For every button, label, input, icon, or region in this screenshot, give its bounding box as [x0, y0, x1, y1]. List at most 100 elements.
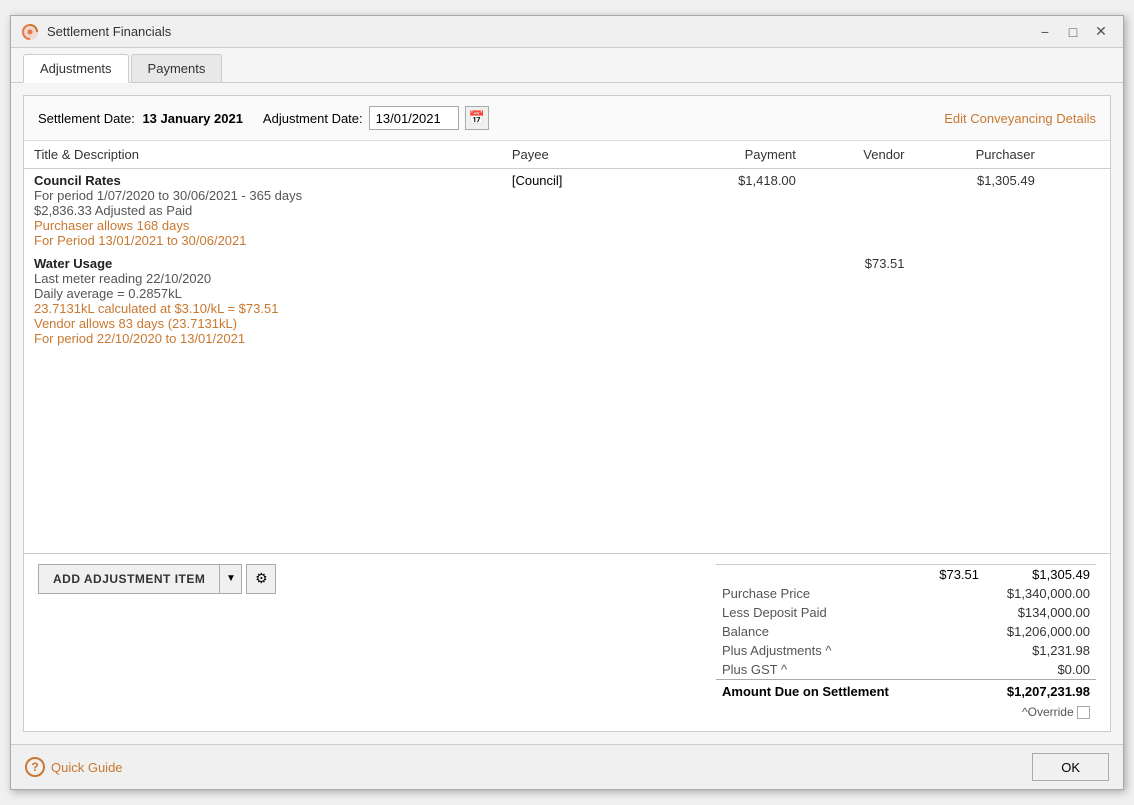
override-label: ^Override [1022, 705, 1074, 719]
edit-conveyancing-link[interactable]: Edit Conveyancing Details [944, 111, 1096, 126]
help-icon: ? [25, 757, 45, 777]
purchase-price-spacer [925, 584, 985, 603]
window-title: Settlement Financials [47, 24, 171, 39]
adjustments-table: Title & Description Payee Payment Vendor… [24, 141, 1110, 350]
footer: ? Quick Guide OK [11, 744, 1123, 789]
col-title: Title & Description [24, 141, 502, 169]
row-payee [502, 252, 665, 350]
col-vendor: Vendor [806, 141, 915, 169]
item-detail-1: For period 1/07/2020 to 30/06/2021 - 365… [34, 188, 492, 203]
deposit-value: $134,000.00 [985, 603, 1096, 622]
item-title: Council Rates [34, 173, 492, 188]
dropdown-arrow-icon: ▼ [226, 573, 236, 584]
tabs-bar: Adjustments Payments [11, 48, 1123, 83]
adjustments-label: Plus Adjustments ^ [716, 641, 925, 660]
settlement-date-value: 13 January 2021 [142, 111, 242, 126]
amount-due-spacer [925, 679, 985, 703]
row-extra [1045, 169, 1110, 253]
table-row: Council Rates For period 1/07/2020 to 30… [24, 169, 1110, 253]
row-extra [1045, 252, 1110, 350]
totals-purchaser: $1,305.49 [985, 564, 1096, 584]
adjustment-date-input[interactable] [369, 106, 459, 130]
quick-guide-link[interactable]: ? Quick Guide [25, 757, 123, 777]
row-purchaser: $1,305.49 [915, 169, 1045, 253]
row-vendor [806, 169, 915, 253]
gst-label: Plus GST ^ [716, 660, 925, 680]
col-payee: Payee [502, 141, 665, 169]
totals-row: $73.51 $1,305.49 [716, 564, 1096, 584]
adjustments-row: Plus Adjustments ^ $1,231.98 [716, 641, 1096, 660]
purchase-price-row: Purchase Price $1,340,000.00 [716, 584, 1096, 603]
totals-label [716, 564, 925, 584]
gear-icon: ⚙ [255, 570, 268, 587]
title-bar-controls: − □ ✕ [1033, 22, 1113, 42]
settlement-date-label: Settlement Date: 13 January 2021 [38, 111, 243, 126]
balance-row: Balance $1,206,000.00 [716, 622, 1096, 641]
col-extra [1045, 141, 1110, 169]
totals-vendor: $73.51 [925, 564, 985, 584]
col-purchaser: Purchaser [915, 141, 1045, 169]
override-checkbox[interactable] [1077, 706, 1090, 719]
item-detail-1: Last meter reading 22/10/2020 [34, 271, 492, 286]
adjustment-date-group: Adjustment Date: 📅 [263, 106, 489, 130]
main-window: Settlement Financials − □ ✕ Adjustments … [10, 15, 1124, 790]
adjustments-spacer [925, 641, 985, 660]
deposit-label: Less Deposit Paid [716, 603, 925, 622]
add-adjustment-group: ADD ADJUSTMENT ITEM ▼ ⚙ [38, 564, 276, 594]
row-payment: $1,418.00 [665, 169, 806, 253]
adjustments-table-container: Title & Description Payee Payment Vendor… [24, 141, 1110, 554]
gear-button[interactable]: ⚙ [246, 564, 276, 594]
title-bar-left: Settlement Financials [21, 23, 171, 41]
balance-label: Balance [716, 622, 925, 641]
gst-value: $0.00 [985, 660, 1096, 680]
summary-section: $73.51 $1,305.49 Purchase Price $1,340,0… [716, 564, 1096, 721]
row-title-desc: Council Rates For period 1/07/2020 to 30… [24, 169, 502, 253]
override-cell: ^Override [716, 703, 1096, 721]
item-title: Water Usage [34, 256, 492, 271]
item-detail-3: 23.7131kL calculated at $3.10/kL = $73.5… [34, 301, 492, 316]
adjustments-panel: Settlement Date: 13 January 2021 Adjustm… [23, 95, 1111, 732]
adjustments-value: $1,231.98 [985, 641, 1096, 660]
title-bar: Settlement Financials − □ ✕ [11, 16, 1123, 48]
bottom-section: ADD ADJUSTMENT ITEM ▼ ⚙ $73.51 [24, 554, 1110, 731]
close-button[interactable]: ✕ [1089, 22, 1113, 42]
deposit-row: Less Deposit Paid $134,000.00 [716, 603, 1096, 622]
add-adjustment-dropdown[interactable]: ▼ [220, 564, 242, 594]
tab-payments[interactable]: Payments [131, 54, 223, 82]
item-detail-2: Daily average = 0.2857kL [34, 286, 492, 301]
col-payment: Payment [665, 141, 806, 169]
row-payment [665, 252, 806, 350]
purchase-price-value: $1,340,000.00 [985, 584, 1096, 603]
table-header-row: Title & Description Payee Payment Vendor… [24, 141, 1110, 169]
amount-due-row: Amount Due on Settlement $1,207,231.98 [716, 679, 1096, 703]
calendar-button[interactable]: 📅 [465, 106, 489, 130]
gst-spacer [925, 660, 985, 680]
app-icon [21, 23, 39, 41]
panel-header: Settlement Date: 13 January 2021 Adjustm… [24, 96, 1110, 141]
minimize-button[interactable]: − [1033, 22, 1057, 42]
table-row: Water Usage Last meter reading 22/10/202… [24, 252, 1110, 350]
summary-table: $73.51 $1,305.49 Purchase Price $1,340,0… [716, 564, 1096, 721]
deposit-spacer [925, 603, 985, 622]
amount-due-label: Amount Due on Settlement [716, 679, 925, 703]
balance-spacer [925, 622, 985, 641]
quick-guide-label: Quick Guide [51, 760, 123, 775]
add-adjustment-button[interactable]: ADD ADJUSTMENT ITEM [38, 564, 220, 594]
main-content: Settlement Date: 13 January 2021 Adjustm… [11, 83, 1123, 744]
item-detail-2: $2,836.33 Adjusted as Paid [34, 203, 492, 218]
adjustment-date-label: Adjustment Date: [263, 111, 363, 126]
row-title-desc: Water Usage Last meter reading 22/10/202… [24, 252, 502, 350]
item-detail-5: For period 22/10/2020 to 13/01/2021 [34, 331, 492, 346]
item-detail-3: Purchaser allows 168 days [34, 218, 492, 233]
row-payee: [Council] [502, 169, 665, 253]
gst-row: Plus GST ^ $0.00 [716, 660, 1096, 680]
restore-button[interactable]: □ [1061, 22, 1085, 42]
item-detail-4: For Period 13/01/2021 to 30/06/2021 [34, 233, 492, 248]
override-row: ^Override [716, 703, 1096, 721]
purchase-price-label: Purchase Price [716, 584, 925, 603]
amount-due-value: $1,207,231.98 [985, 679, 1096, 703]
row-purchaser [915, 252, 1045, 350]
item-detail-4: Vendor allows 83 days (23.7131kL) [34, 316, 492, 331]
ok-button[interactable]: OK [1032, 753, 1109, 781]
tab-adjustments[interactable]: Adjustments [23, 54, 129, 83]
